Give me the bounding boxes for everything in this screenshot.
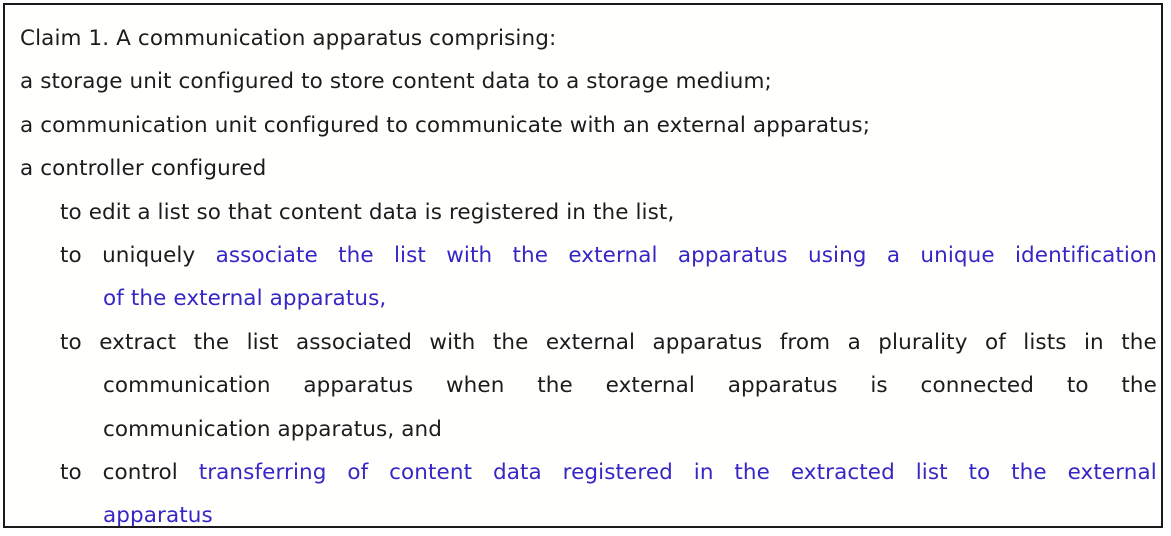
claim-word: of (984, 329, 1006, 355)
claim-word: from (779, 329, 831, 355)
claim-word: apparatus (677, 243, 788, 269)
claim-word: associated (295, 329, 412, 355)
claim-word: list (915, 460, 948, 486)
claim-word: uniquely (102, 243, 196, 269)
claim-word: control (102, 460, 178, 486)
claim-word: the (512, 243, 549, 269)
claim-word: external (1067, 460, 1157, 486)
claim-word: the (1121, 373, 1157, 399)
claim-word: to (60, 329, 82, 355)
claim-word: communication (103, 373, 271, 399)
claim-text-box: Claim 1. A communication apparatus compr… (3, 3, 1163, 528)
claim-word: with (446, 243, 493, 269)
claim-word: the (1121, 329, 1157, 355)
clause-associate-list: to uniquely associate the list with the externa… (20, 234, 1157, 321)
claim-word: in (693, 460, 714, 486)
claim-word: extracted (790, 460, 895, 486)
claim-word: external (605, 373, 695, 399)
claim-heading: Claim 1. A communication apparatus compr… (20, 26, 557, 51)
claim-word: the (537, 373, 573, 399)
claim-word: a (847, 329, 861, 355)
claim-line: to extract the list associated with the externa… (60, 321, 1157, 364)
claim-word: identification (1014, 243, 1157, 269)
claim-word: to (1066, 373, 1089, 399)
claim-word: the (734, 460, 770, 486)
claim-word: connected (920, 373, 1035, 399)
claim-line: communication apparatus, and (103, 408, 1153, 451)
claim-word: the (1011, 460, 1047, 486)
claim-word: extract (99, 329, 177, 355)
claim-text-run: communication apparatus, and (103, 416, 442, 442)
claim-word: the (492, 329, 529, 355)
claim-line: to control transferring of content data regist… (60, 451, 1157, 494)
claim-preamble-line: a storage unit configured to store conte… (20, 69, 772, 95)
claim-word: when (446, 373, 505, 399)
claim-word: lists (1023, 329, 1067, 355)
claim-word: unique (920, 243, 995, 269)
claim-word: list (246, 329, 279, 355)
claim-word: list (393, 243, 426, 269)
claim-word: the (338, 243, 374, 269)
claim-word: in (1083, 329, 1104, 355)
claim-word: external (568, 243, 658, 269)
clause-edit-list: to edit a list so that content data is r… (20, 191, 1153, 234)
claim-clause-list: to edit a list so that content data is r… (20, 191, 1157, 528)
claim-word: using (807, 243, 867, 269)
claim-word: external (545, 329, 636, 355)
claim-line: to edit a list so that content data is r… (60, 191, 1153, 234)
claim-word: the (193, 329, 230, 355)
claim-word: associate (215, 243, 318, 269)
claim-preamble-line: a communication unit configured to commu… (20, 112, 871, 138)
claim-preamble-line: a controller configured (20, 156, 267, 182)
claim-word: a (886, 243, 901, 269)
claim-text-run: apparatus (103, 503, 213, 528)
claim-word: is (870, 373, 888, 399)
claim-line: to uniquely associate the list with the externa… (60, 234, 1157, 277)
claim-word: apparatus (652, 329, 763, 355)
claim-text-run: to edit a list so that content data is r… (60, 199, 675, 225)
claim-word: to (60, 460, 82, 486)
claim-word: of (347, 460, 369, 486)
claim-body: Claim 1. A communication apparatus compr… (5, 5, 1161, 528)
claim-line: of the external apparatus, (103, 277, 1153, 320)
claim-word: registered (562, 460, 673, 486)
clause-extract-list: to extract the list associated with the externa… (20, 321, 1157, 451)
claim-word: to (60, 243, 82, 269)
claim-text-run: of the external apparatus, (103, 286, 387, 312)
claim-line: communication apparatus when the external app… (103, 364, 1157, 407)
claim-line: apparatus (103, 494, 1153, 528)
claim-word: apparatus (727, 373, 838, 399)
claim-word: plurality (878, 329, 968, 355)
claim-word: transferring (198, 460, 327, 486)
claim-word: data (492, 460, 542, 486)
claim-word: to (968, 460, 991, 486)
claim-word: content (389, 460, 473, 486)
clause-control-transfer: to control transferring of content data regist… (20, 451, 1157, 528)
claim-word: apparatus (303, 373, 414, 399)
claim-word: with (429, 329, 476, 355)
